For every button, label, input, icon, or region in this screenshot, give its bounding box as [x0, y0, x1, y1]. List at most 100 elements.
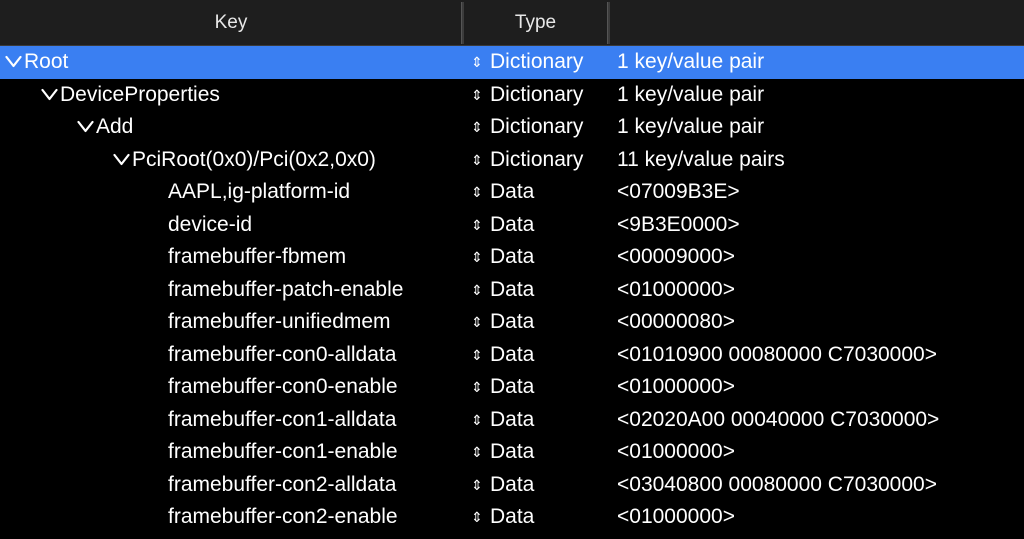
key-cell[interactable]: framebuffer-patch-enable	[0, 274, 462, 307]
type-popup[interactable]: ⇕ Data	[468, 469, 609, 502]
type-popup[interactable]: ⇕ Data	[468, 501, 609, 534]
up-down-stepper-icon[interactable]: ⇕	[470, 404, 484, 437]
value-cell[interactable]: <9B3E0000>	[617, 209, 1024, 242]
value-cell[interactable]: 1 key/value pair	[617, 46, 1024, 79]
up-down-stepper-icon[interactable]: ⇕	[470, 111, 484, 144]
value-cell[interactable]: <00000080>	[617, 306, 1024, 339]
outline-row[interactable]: device-id ⇕ Data <9B3E0000>	[0, 209, 1024, 242]
key-cell[interactable]: device-id	[0, 209, 462, 242]
column-header-type[interactable]: Type	[462, 0, 609, 45]
key-cell[interactable]: framebuffer-con2-alldata	[0, 469, 462, 502]
key-label: Root	[24, 50, 69, 73]
up-down-stepper-icon[interactable]: ⇕	[470, 274, 484, 307]
value-cell[interactable]: <00009000>	[617, 241, 1024, 274]
type-label: Data	[490, 212, 535, 236]
type-label: Data	[490, 277, 535, 301]
up-down-stepper-icon[interactable]: ⇕	[470, 79, 484, 112]
value-cell[interactable]: <01000000>	[617, 371, 1024, 404]
value-cell[interactable]: <07009B3E>	[617, 176, 1024, 209]
key-cell[interactable]: framebuffer-con1-enable	[0, 436, 462, 469]
outline-row[interactable]: PciRoot(0x0)/Pci(0x2,0x0) ⇕ Dictionary 11 k…	[0, 144, 1024, 177]
key-cell[interactable]: AAPL,ig-platform-id	[0, 176, 462, 209]
type-label: Dictionary	[490, 147, 584, 171]
type-popup[interactable]: ⇕ Data	[468, 274, 609, 307]
type-popup[interactable]: ⇕ Data	[468, 436, 609, 469]
key-label: DeviceProperties	[60, 82, 220, 106]
up-down-stepper-icon[interactable]: ⇕	[470, 241, 484, 274]
type-popup[interactable]: ⇕ Data	[468, 176, 609, 209]
up-down-stepper-icon[interactable]: ⇕	[470, 46, 484, 79]
key-label: framebuffer-con0-enable	[168, 375, 398, 398]
up-down-stepper-icon[interactable]: ⇕	[470, 306, 484, 339]
key-cell[interactable]: DeviceProperties	[0, 79, 462, 112]
key-cell[interactable]: framebuffer-con0-alldata	[0, 339, 462, 372]
value-cell[interactable]: <01000000>	[617, 501, 1024, 534]
type-popup[interactable]: ⇕ Dictionary	[468, 111, 609, 144]
outline-row[interactable]: framebuffer-con2-enable ⇕ Data <01000000>	[0, 501, 1024, 534]
value-cell[interactable]: 11 key/value pairs	[617, 144, 1024, 177]
outline-row[interactable]: Add ⇕ Dictionary 1 key/value pair	[0, 111, 1024, 144]
key-cell[interactable]: framebuffer-fbmem	[0, 241, 462, 274]
type-label: Data	[490, 472, 535, 496]
type-popup[interactable]: ⇕ Dictionary	[468, 46, 609, 79]
key-cell[interactable]: framebuffer-con1-alldata	[0, 404, 462, 437]
up-down-stepper-icon[interactable]: ⇕	[470, 501, 484, 534]
key-label: framebuffer-con0-alldata	[168, 342, 397, 366]
plist-editor-window: Key Type Root ⇕ Dictionary 1 key/value pair…	[0, 0, 1024, 539]
key-label: framebuffer-con2-enable	[168, 505, 398, 528]
outline-row[interactable]: framebuffer-con2-alldata ⇕ Data <03040800 0…	[0, 469, 1024, 502]
value-cell[interactable]: 1 key/value pair	[617, 111, 1024, 144]
value-cell[interactable]: 1 key/value pair	[617, 79, 1024, 112]
chevron-down-icon[interactable]	[76, 111, 96, 144]
type-popup[interactable]: ⇕ Dictionary	[468, 79, 609, 112]
chevron-down-icon[interactable]	[112, 144, 132, 177]
outline-row[interactable]: framebuffer-con1-alldata ⇕ Data <02020A00 0…	[0, 404, 1024, 437]
type-label: Data	[490, 310, 535, 333]
type-popup[interactable]: ⇕ Data	[468, 306, 609, 339]
type-label: Data	[490, 440, 535, 463]
chevron-down-icon[interactable]	[4, 46, 24, 79]
outline-row[interactable]: AAPL,ig-platform-id ⇕ Data <07009B3E>	[0, 176, 1024, 209]
outline-row[interactable]: framebuffer-patch-enable ⇕ Data <01000000>	[0, 274, 1024, 307]
type-popup[interactable]: ⇕ Dictionary	[468, 144, 609, 177]
key-cell[interactable]: PciRoot(0x0)/Pci(0x2,0x0)	[0, 144, 462, 177]
type-label: Data	[490, 342, 535, 366]
outline-row[interactable]: framebuffer-unifiedmem ⇕ Data <00000080>	[0, 306, 1024, 339]
type-popup[interactable]: ⇕ Data	[468, 339, 609, 372]
key-label: framebuffer-unifiedmem	[168, 310, 391, 333]
up-down-stepper-icon[interactable]: ⇕	[470, 176, 484, 209]
outline-row[interactable]: framebuffer-con1-enable ⇕ Data <01000000>	[0, 436, 1024, 469]
outline-row[interactable]: framebuffer-fbmem ⇕ Data <00009000>	[0, 241, 1024, 274]
outline-row[interactable]: framebuffer-con0-alldata ⇕ Data <01010900 0…	[0, 339, 1024, 372]
value-cell[interactable]: <03040800 00080000 C7030000>	[617, 469, 1024, 502]
value-cell[interactable]: <01000000>	[617, 436, 1024, 469]
key-cell[interactable]: framebuffer-con0-enable	[0, 371, 462, 404]
column-header-value[interactable]	[609, 0, 1024, 45]
outline-row[interactable]: Root ⇕ Dictionary 1 key/value pair	[0, 46, 1024, 79]
type-popup[interactable]: ⇕ Data	[468, 209, 609, 242]
chevron-down-icon[interactable]	[40, 79, 60, 112]
outline-row[interactable]: framebuffer-con0-enable ⇕ Data <01000000>	[0, 371, 1024, 404]
up-down-stepper-icon[interactable]: ⇕	[470, 469, 484, 502]
key-label: PciRoot(0x0)/Pci(0x2,0x0)	[132, 147, 376, 171]
up-down-stepper-icon[interactable]: ⇕	[470, 339, 484, 372]
up-down-stepper-icon[interactable]: ⇕	[470, 371, 484, 404]
type-popup[interactable]: ⇕ Data	[468, 241, 609, 274]
type-label: Dictionary	[490, 82, 584, 106]
key-cell[interactable]: Root	[0, 46, 462, 79]
value-cell[interactable]: <02020A00 00040000 C7030000>	[617, 404, 1024, 437]
type-popup[interactable]: ⇕ Data	[468, 404, 609, 437]
up-down-stepper-icon[interactable]: ⇕	[470, 144, 484, 177]
key-cell[interactable]: framebuffer-con2-enable	[0, 501, 462, 534]
key-cell[interactable]: Add	[0, 111, 462, 144]
column-header-key[interactable]: Key	[0, 0, 462, 45]
up-down-stepper-icon[interactable]: ⇕	[470, 436, 484, 469]
key-cell[interactable]: framebuffer-unifiedmem	[0, 306, 462, 339]
outline-row[interactable]: DeviceProperties ⇕ Dictionary 1 key/value p…	[0, 79, 1024, 112]
up-down-stepper-icon[interactable]: ⇕	[470, 209, 484, 242]
column-header-bar: Key Type	[0, 0, 1024, 46]
value-cell[interactable]: <01010900 00080000 C7030000>	[617, 339, 1024, 372]
value-cell[interactable]: <01000000>	[617, 274, 1024, 307]
type-popup[interactable]: ⇕ Data	[468, 371, 609, 404]
key-label: framebuffer-fbmem	[168, 245, 347, 268]
